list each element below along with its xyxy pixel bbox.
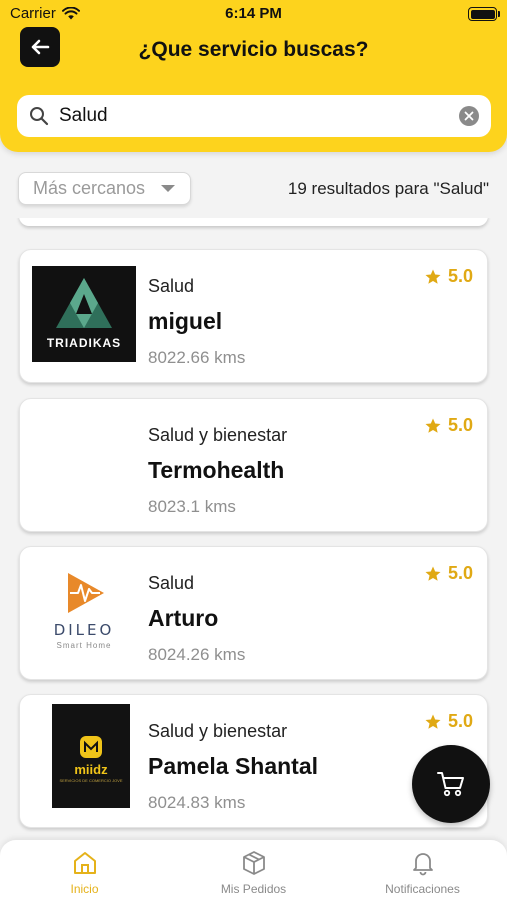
status-bar: Carrier 6:14 PM	[0, 0, 507, 28]
nav-label: Notificaciones	[385, 882, 460, 896]
card-rating: 5.0	[424, 711, 473, 732]
rating-value: 5.0	[447, 711, 473, 731]
search-bar[interactable]	[17, 95, 491, 137]
search-icon	[30, 107, 49, 126]
card-name: miguel	[148, 308, 223, 334]
card-category: Salud y bienestar	[148, 721, 288, 741]
miidz-logo-subtext: SERVICIOS DE COMERCIO JOVE	[59, 778, 123, 783]
dileo-logo: DILEO Smart Home	[32, 563, 136, 659]
close-icon	[464, 111, 474, 121]
miidz-logo: miidz SERVICIOS DE COMERCIO JOVE	[52, 704, 130, 808]
card-name: Arturo	[148, 605, 219, 631]
result-card[interactable]: miidz SERVICIOS DE COMERCIO JOVE Salud y…	[19, 694, 488, 828]
provider-logo: miidz SERVICIOS DE COMERCIO JOVE	[32, 704, 136, 808]
provider-logo-empty	[32, 415, 136, 511]
status-time: 6:14 PM	[225, 5, 282, 22]
card-category: Salud	[148, 276, 195, 296]
nav-item-inicio[interactable]: Inicio	[0, 840, 169, 900]
home-icon	[73, 852, 96, 874]
card-distance: 8024.26 kms	[148, 645, 246, 664]
star-icon	[425, 566, 441, 581]
nav-label: Inicio	[70, 882, 99, 896]
card-rating: 5.0	[424, 266, 473, 287]
star-icon	[425, 714, 441, 729]
rating-value: 5.0	[447, 563, 473, 583]
page-title: ¿Que servicio buscas?	[138, 38, 369, 61]
result-card[interactable]: Salud y bienestar Termohealth 8023.1 kms…	[19, 398, 488, 532]
card-distance: 8024.83 kms	[148, 793, 246, 812]
nav-label: Mis Pedidos	[220, 882, 287, 896]
triadikas-logo-text: TRIADIKAS	[46, 336, 122, 350]
rating-value: 5.0	[447, 266, 473, 286]
card-category: Salud	[148, 573, 195, 593]
star-icon	[425, 418, 441, 433]
battery-icon	[468, 7, 500, 21]
cart-button[interactable]	[412, 745, 490, 823]
sort-dropdown[interactable]: Más cercanos	[18, 172, 191, 205]
results-list[interactable]: TRIADIKAS Salud miguel 8022.66 kms 5.0 S…	[0, 218, 507, 840]
triadikas-logo: TRIADIKAS	[32, 266, 136, 362]
search-input[interactable]	[59, 105, 459, 127]
card-category: Salud y bienestar	[148, 425, 288, 445]
card-name: Termohealth	[148, 457, 285, 483]
dileo-logo-subtext: Smart Home	[56, 641, 112, 650]
clear-search-button[interactable]	[459, 106, 479, 126]
bell-icon	[412, 853, 433, 876]
chevron-down-icon	[161, 185, 175, 192]
sort-dropdown-label: Más cercanos	[33, 178, 146, 198]
rating-value: 5.0	[447, 415, 473, 435]
provider-logo: DILEO Smart Home	[32, 563, 136, 659]
miidz-logo-text: miidz	[74, 762, 108, 777]
bottom-nav: Inicio Mis Pedidos Notificaciones	[0, 840, 507, 900]
nav-item-notificaciones[interactable]: Notificaciones	[338, 840, 507, 900]
result-card[interactable]: TRIADIKAS Salud miguel 8022.66 kms 5.0	[19, 249, 488, 383]
partial-card	[19, 218, 488, 226]
nav-item-mis-pedidos[interactable]: Mis Pedidos	[169, 840, 338, 900]
result-card[interactable]: DILEO Smart Home Salud Arturo 8024.26 km…	[19, 546, 488, 680]
shopping-cart-icon	[437, 772, 464, 797]
provider-logo: TRIADIKAS	[32, 266, 136, 362]
card-distance: 8022.66 kms	[148, 348, 246, 367]
card-rating: 5.0	[424, 415, 473, 436]
package-icon	[242, 851, 265, 875]
header: Carrier 6:14 PM ¿Que servicio buscas?	[0, 0, 507, 152]
star-icon	[425, 269, 441, 284]
results-count: 19 resultados para "Salud"	[287, 179, 489, 198]
dileo-logo-text: DILEO	[53, 621, 115, 639]
card-rating: 5.0	[424, 563, 473, 584]
card-distance: 8023.1 kms	[148, 497, 236, 516]
card-name: Pamela Shantal	[148, 753, 319, 779]
